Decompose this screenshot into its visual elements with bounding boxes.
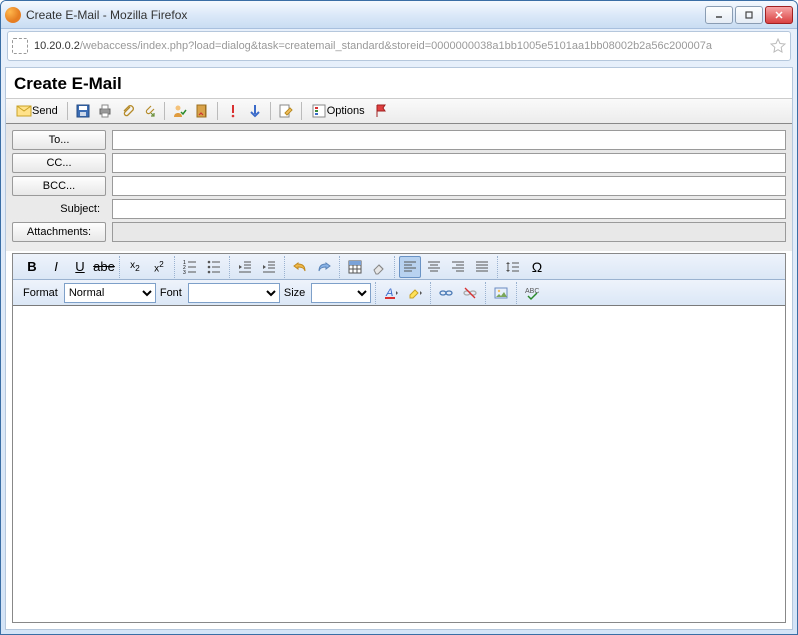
outdent-button[interactable] bbox=[234, 256, 256, 278]
printer-icon bbox=[97, 103, 113, 119]
url-text: 10.20.0.2/webaccess/index.php?load=dialo… bbox=[34, 40, 770, 52]
font-label: Font bbox=[158, 287, 186, 299]
highlight-button[interactable] bbox=[404, 282, 426, 304]
text-color-button[interactable]: A bbox=[380, 282, 402, 304]
address-bar[interactable]: 10.20.0.2/webaccess/index.php?load=dialo… bbox=[7, 31, 791, 61]
svg-text:ABC: ABC bbox=[525, 288, 539, 295]
link-button[interactable] bbox=[435, 282, 457, 304]
flag-icon bbox=[373, 103, 389, 119]
paperclip-icon bbox=[119, 103, 135, 119]
image-button[interactable] bbox=[490, 282, 512, 304]
flag-button[interactable] bbox=[371, 101, 391, 121]
envelope-icon bbox=[16, 103, 32, 119]
attachments-button[interactable]: Attachments: bbox=[12, 222, 106, 242]
attach-button[interactable] bbox=[117, 101, 137, 121]
main-toolbar: Send bbox=[6, 98, 792, 124]
person-check-icon bbox=[172, 103, 188, 119]
ordered-list-button[interactable]: 123 bbox=[179, 256, 201, 278]
options-button[interactable]: Options bbox=[307, 101, 369, 121]
print-button[interactable] bbox=[95, 101, 115, 121]
spellcheck-button[interactable]: ABC bbox=[521, 282, 543, 304]
floppy-icon bbox=[75, 103, 91, 119]
cc-button[interactable]: CC... bbox=[12, 153, 106, 173]
check-names-button[interactable] bbox=[170, 101, 190, 121]
subject-input[interactable] bbox=[112, 199, 786, 219]
recipient-fields: To... CC... BCC... Subject: Attachments: bbox=[6, 124, 792, 251]
font-select[interactable] bbox=[188, 283, 280, 303]
align-right-button[interactable] bbox=[447, 256, 469, 278]
eraser-button[interactable] bbox=[368, 256, 390, 278]
options-icon bbox=[311, 103, 327, 119]
separator bbox=[270, 102, 271, 120]
unlink-button[interactable] bbox=[459, 282, 481, 304]
minimize-button[interactable] bbox=[705, 6, 733, 24]
subject-label: Subject: bbox=[12, 203, 106, 215]
to-button[interactable]: To... bbox=[12, 130, 106, 150]
site-identity-icon[interactable] bbox=[12, 38, 28, 54]
svg-text:3: 3 bbox=[183, 270, 186, 275]
separator bbox=[301, 102, 302, 120]
strikethrough-button[interactable]: abe bbox=[93, 256, 115, 278]
superscript-button[interactable]: x2 bbox=[148, 256, 170, 278]
size-select[interactable] bbox=[311, 283, 371, 303]
maximize-button[interactable] bbox=[735, 6, 763, 24]
to-input[interactable] bbox=[112, 130, 786, 150]
message-body[interactable] bbox=[13, 306, 785, 622]
book-icon bbox=[194, 103, 210, 119]
address-book-button[interactable] bbox=[192, 101, 212, 121]
align-justify-button[interactable] bbox=[471, 256, 493, 278]
bcc-button[interactable]: BCC... bbox=[12, 176, 106, 196]
page-content: Create E-Mail Send bbox=[5, 67, 793, 630]
attachments-box[interactable] bbox=[112, 222, 786, 242]
page-title: Create E-Mail bbox=[6, 68, 792, 98]
editor-toolbar-2: Format Normal Font Size A bbox=[13, 280, 785, 306]
send-button[interactable]: Send bbox=[12, 101, 62, 121]
window: Create E-Mail - Mozilla Firefox 10.20.0.… bbox=[0, 0, 798, 635]
size-label: Size bbox=[282, 287, 309, 299]
separator bbox=[164, 102, 165, 120]
unordered-list-button[interactable] bbox=[203, 256, 225, 278]
special-char-button[interactable]: Ω bbox=[526, 256, 548, 278]
table-button[interactable] bbox=[344, 256, 366, 278]
italic-button[interactable]: I bbox=[45, 256, 67, 278]
cc-input[interactable] bbox=[112, 153, 786, 173]
bcc-input[interactable] bbox=[112, 176, 786, 196]
bold-button[interactable]: B bbox=[21, 256, 43, 278]
editor-toolbar-1: B I U abe x2 x2 123 bbox=[13, 254, 785, 280]
paperclip-arrow-icon bbox=[141, 103, 157, 119]
window-title: Create E-Mail - Mozilla Firefox bbox=[26, 8, 705, 22]
priority-high-button[interactable] bbox=[223, 101, 243, 121]
bookmark-star-icon[interactable] bbox=[770, 38, 786, 54]
page-pencil-icon bbox=[278, 103, 294, 119]
align-left-button[interactable] bbox=[399, 256, 421, 278]
titlebar: Create E-Mail - Mozilla Firefox bbox=[1, 1, 797, 29]
signature-button[interactable] bbox=[276, 101, 296, 121]
indent-button[interactable] bbox=[258, 256, 280, 278]
format-label: Format bbox=[21, 287, 62, 299]
undo-button[interactable] bbox=[289, 256, 311, 278]
attach-item-button[interactable] bbox=[139, 101, 159, 121]
exclamation-icon bbox=[225, 103, 241, 119]
editor: B I U abe x2 x2 123 bbox=[12, 253, 786, 623]
close-button[interactable] bbox=[765, 6, 793, 24]
underline-button[interactable]: U bbox=[69, 256, 91, 278]
separator bbox=[217, 102, 218, 120]
separator bbox=[67, 102, 68, 120]
align-center-button[interactable] bbox=[423, 256, 445, 278]
format-select[interactable]: Normal bbox=[64, 283, 156, 303]
firefox-icon bbox=[5, 7, 21, 23]
priority-low-button[interactable] bbox=[245, 101, 265, 121]
line-spacing-button[interactable] bbox=[502, 256, 524, 278]
subscript-button[interactable]: x2 bbox=[124, 256, 146, 278]
arrow-down-icon bbox=[247, 103, 263, 119]
save-button[interactable] bbox=[73, 101, 93, 121]
redo-button[interactable] bbox=[313, 256, 335, 278]
window-controls bbox=[705, 6, 793, 24]
